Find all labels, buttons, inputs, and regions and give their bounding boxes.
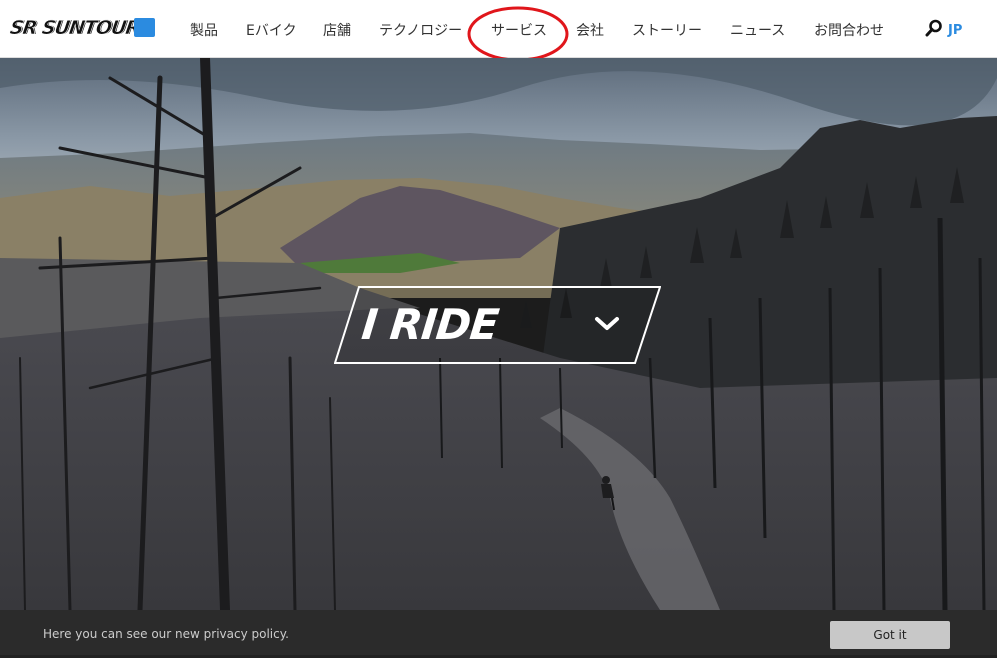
- nav-item-technology[interactable]: テクノロジー: [379, 0, 462, 58]
- nav-item-contact[interactable]: お問合わせ: [814, 0, 884, 58]
- site-header: SR SUNTOUR 製品 Eバイク 店舗 テクノロジー サービス 会社 ストー…: [0, 0, 997, 58]
- search-icon[interactable]: [925, 19, 943, 37]
- nav-item-products[interactable]: 製品: [190, 0, 218, 58]
- brand-logo-text: SR SUNTOUR: [8, 17, 141, 40]
- nav-item-ebike[interactable]: Eバイク: [246, 0, 297, 58]
- cookie-banner-message: Here you can see our new privacy policy.: [43, 627, 289, 641]
- language-selector[interactable]: JP: [948, 0, 962, 58]
- got-it-button[interactable]: Got it: [830, 621, 950, 649]
- nav-item-news[interactable]: ニュース: [730, 0, 785, 58]
- brand-logo-mark: [134, 18, 155, 37]
- cookie-banner: Here you can see our new privacy policy.…: [0, 610, 997, 655]
- nav-item-service[interactable]: サービス: [491, 0, 547, 58]
- nav-item-stores[interactable]: 店舗: [323, 0, 351, 58]
- brand-logo[interactable]: SR SUNTOUR: [8, 16, 158, 42]
- hero-headline: I RIDE: [359, 300, 501, 349]
- chevron-down-icon[interactable]: [594, 315, 620, 333]
- nav-item-stories[interactable]: ストーリー: [632, 0, 702, 58]
- nav-item-company[interactable]: 会社: [576, 0, 604, 58]
